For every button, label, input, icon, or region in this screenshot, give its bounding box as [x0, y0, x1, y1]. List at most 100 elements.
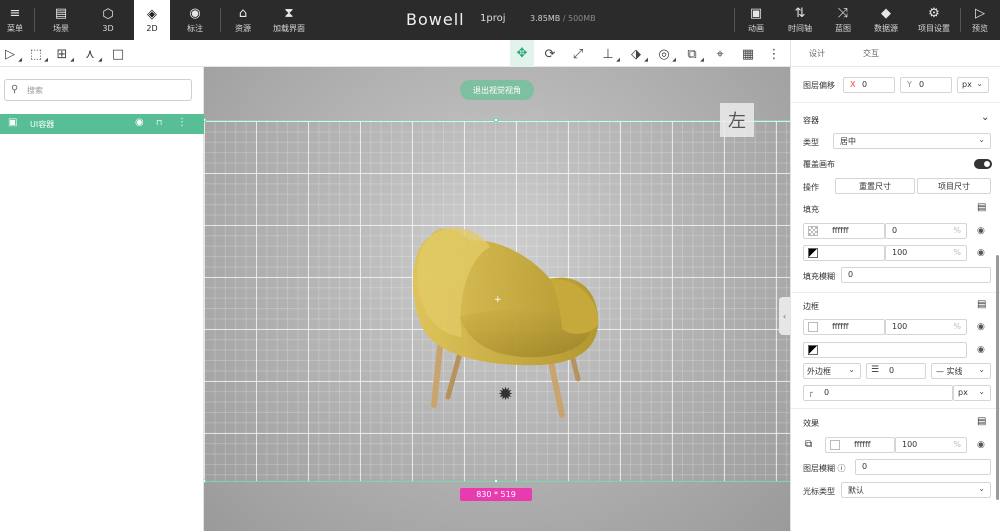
radius-unit-select[interactable]: px ⌄	[953, 385, 991, 401]
border-color-value: ffffff	[832, 322, 849, 331]
effect-opacity-field[interactable]: 100 %	[895, 437, 967, 453]
brand-logo: Bowell	[406, 10, 465, 29]
more-tool[interactable]: ⋮	[764, 44, 784, 64]
preview-button[interactable]: ▷ 预览	[964, 0, 996, 40]
effect-style-icon[interactable]: ▤	[977, 416, 986, 427]
effect-section-title: 效果	[803, 419, 819, 428]
gear-icon: ⚙	[928, 5, 940, 21]
fill-style-icon[interactable]: ▤	[977, 202, 986, 213]
rotate-tool[interactable]: ⟳	[540, 44, 560, 64]
resize-handle-bottom[interactable]	[494, 479, 498, 483]
cursor-type-select[interactable]: 默认 ⌄	[841, 482, 991, 498]
border-color2-swatch[interactable]	[808, 345, 818, 355]
datasource-label: 数据源	[874, 23, 898, 33]
assets-button[interactable]: ⌂ 资源	[226, 0, 260, 40]
border-position-select[interactable]: 外边框 ⌄	[803, 363, 861, 379]
fill-opacity-field[interactable]: 0 %	[885, 223, 967, 239]
offset-y-field[interactable]: Y 0	[900, 77, 952, 93]
resize-handle-bottom-left[interactable]	[204, 479, 206, 483]
help-icon[interactable]: ⓘ	[838, 464, 846, 473]
annotation-button[interactable]: ◉ 标注	[176, 0, 214, 40]
transform-tool[interactable]: ⬗ ◢	[626, 44, 648, 64]
cube-icon: ⬡	[102, 6, 114, 22]
border-style-icon[interactable]: ▤	[977, 299, 986, 310]
offset-unit-select[interactable]: px ⌄	[957, 77, 989, 93]
canvas-viewport[interactable]: 退出视觉视角 左 + ✹ ‹ 830 * 519	[204, 67, 790, 531]
3d-label: 3D	[102, 23, 114, 33]
fill-opacity2-field[interactable]: 100 %	[885, 245, 967, 261]
scale-tool[interactable]: ⤢	[568, 44, 588, 64]
resize-handle-top[interactable]	[494, 118, 498, 122]
dimension-badge: 830 * 519	[460, 488, 532, 501]
reset-size-button[interactable]: 重置尺寸	[835, 178, 915, 194]
container-type-select[interactable]: 居中 ⌄	[833, 133, 991, 149]
eye-icon[interactable]: ◉	[977, 345, 985, 355]
project-size-button[interactable]: 项目尺寸	[917, 178, 991, 194]
align-tool[interactable]: ⊥ ◢	[598, 44, 620, 64]
border-line-style-select[interactable]: — 实线 ⌄	[931, 363, 991, 379]
tab-interaction[interactable]: 交互	[863, 48, 879, 59]
align-icon: ⊥	[602, 46, 614, 62]
exit-view-button[interactable]: 退出视觉视角	[460, 80, 534, 100]
blueprint-button[interactable]: ⤨ 蓝图	[826, 0, 860, 40]
border-color2-field[interactable]	[803, 342, 967, 358]
2d-button[interactable]: ◈ 2D	[134, 0, 170, 40]
chevron-down-icon: ⌄	[978, 484, 985, 493]
lock-icon[interactable]: ⊓	[156, 118, 162, 127]
rectangle-tool[interactable]: □	[108, 44, 128, 64]
select-tool[interactable]: ▷ ◢	[0, 44, 22, 64]
resize-handle-top-left[interactable]	[204, 118, 206, 122]
scene-button[interactable]: ▤ 场景	[42, 0, 80, 40]
duplicate-tool[interactable]: ⧉ ◢	[682, 44, 704, 64]
view-direction-label[interactable]: 左	[720, 103, 754, 137]
panel-scrollbar[interactable]	[996, 255, 999, 500]
effect-color-field[interactable]: ffffff	[825, 437, 895, 453]
eye-icon[interactable]: ◉	[135, 117, 144, 128]
border-radius-field[interactable]: ╭ 0	[803, 385, 953, 401]
focus-tool[interactable]: ⌖	[710, 44, 730, 64]
node-tool[interactable]: ⋏ ◢	[80, 44, 102, 64]
grid-tool[interactable]: ⊞ ◢	[52, 44, 74, 64]
border-width-field[interactable]: ☰ 0	[866, 363, 926, 379]
search-input[interactable]	[27, 83, 177, 97]
offset-x-field[interactable]: X 0	[843, 77, 895, 93]
frame-tool[interactable]: ⬚ ◢	[26, 44, 48, 64]
layer-item-ui-container[interactable]: ▣ UI容器 ◉ ⊓ ⋮	[0, 114, 204, 134]
project-settings-button[interactable]: ⚙ 项目设置	[912, 0, 956, 40]
effect-color-swatch[interactable]	[830, 440, 840, 450]
more-vertical-icon[interactable]: ⋮	[177, 117, 187, 128]
eye-icon[interactable]: ◉	[977, 440, 985, 450]
layer-blur-field[interactable]: 0	[855, 459, 991, 475]
table-icon: ▦	[741, 46, 755, 62]
fill-color-field[interactable]: ffffff	[803, 223, 885, 239]
border-color-swatch[interactable]	[808, 322, 818, 332]
shadow-icon[interactable]: ⧉	[805, 439, 812, 450]
cover-canvas-toggle[interactable]	[974, 159, 992, 169]
tab-design[interactable]: 设计	[809, 48, 825, 59]
layer-offset-label: 图层偏移	[803, 81, 835, 90]
eye-icon[interactable]: ◉	[977, 322, 985, 332]
collapse-panel-button[interactable]: ‹	[779, 297, 790, 335]
fill-blur-field[interactable]: 0	[841, 267, 991, 283]
collapse-container-icon[interactable]: ⌄	[981, 112, 989, 123]
fill-color2-swatch[interactable]	[808, 248, 818, 258]
border-line-style-value: — 实线	[936, 367, 963, 376]
animation-button[interactable]: ▣ 动画	[740, 0, 772, 40]
light-source-icon[interactable]: ✹	[498, 384, 513, 405]
menu-button[interactable]: ≡ 菜单	[0, 0, 30, 40]
3d-button[interactable]: ⬡ 3D	[90, 0, 126, 40]
eye-icon[interactable]: ◉	[977, 226, 985, 236]
table-tool[interactable]: ▦	[738, 44, 758, 64]
eye-icon[interactable]: ◉	[977, 248, 985, 258]
timeline-button[interactable]: ⇅ 时间轴	[780, 0, 820, 40]
datasource-button[interactable]: ◆ 数据源	[866, 0, 906, 40]
fill-color2-field[interactable]	[803, 245, 885, 261]
fill-color-swatch[interactable]	[808, 226, 818, 236]
dropdown-triangle-icon: ◢	[672, 57, 676, 63]
border-opacity-field[interactable]: 100 %	[885, 319, 967, 335]
border-color-field[interactable]: ffffff	[803, 319, 885, 335]
target-tool[interactable]: ◎ ◢	[654, 44, 676, 64]
loading-screen-button[interactable]: ⧗ 加载界面	[268, 0, 310, 40]
move-tool[interactable]: ✥	[510, 40, 534, 67]
play-icon: ▷	[975, 5, 985, 21]
